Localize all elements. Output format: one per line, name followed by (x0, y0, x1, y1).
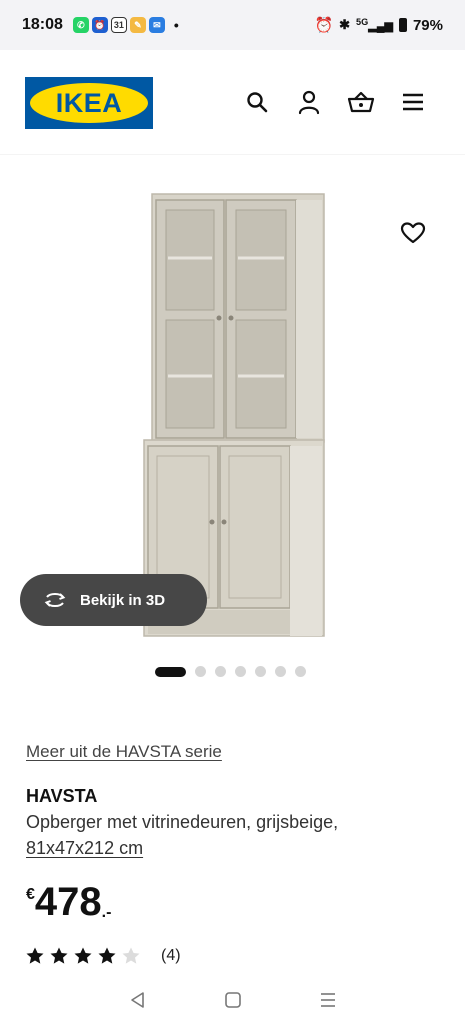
carousel-dot[interactable] (275, 666, 286, 677)
rating-stars (25, 946, 141, 966)
menu-icon (403, 93, 423, 111)
image-carousel-dots (155, 666, 306, 677)
product-name: HAVSTA (26, 786, 98, 806)
menu-button[interactable] (399, 88, 427, 116)
price-value: 478 (34, 880, 102, 924)
product-rating[interactable]: (4) (25, 946, 181, 966)
product-description: Opberger met vitrinedeuren, grijsbeige, (26, 812, 339, 832)
site-header: IKEA (0, 50, 465, 155)
notes-app-icon: ✎ (129, 17, 146, 33)
signal-icon: 5G▂▄▆ (356, 17, 393, 33)
star-empty-icon (122, 947, 140, 964)
view-3d-label: Bekijk in 3D (80, 591, 166, 609)
alarm-app-icon: ⏰ (91, 17, 108, 33)
back-triangle-icon (130, 992, 144, 1008)
bluetooth-icon: ✱ (339, 17, 351, 32)
more-notifications-dot: • (173, 17, 179, 33)
user-icon (298, 90, 320, 115)
carousel-dot[interactable] (235, 666, 246, 677)
basket-icon (347, 91, 375, 113)
notification-icons: ✆ ⏰ 31 ✎ ✉ • (72, 17, 179, 33)
star-filled-icon (26, 947, 44, 964)
home-square-icon (224, 992, 241, 1008)
status-time: 18:08 (22, 16, 63, 33)
star-filled-icon (98, 947, 116, 964)
battery-icon (398, 18, 407, 32)
view-3d-button[interactable]: Bekijk in 3D (20, 574, 207, 626)
price-currency: € (26, 886, 35, 903)
calendar-icon: 31 (110, 17, 127, 33)
battery-percent: 79% (412, 16, 443, 34)
search-icon (247, 92, 268, 113)
search-button[interactable] (243, 88, 271, 116)
logo-text: IKEA (55, 87, 123, 118)
carousel-dot[interactable] (195, 666, 206, 677)
heart-icon (400, 222, 426, 244)
series-link[interactable]: Meer uit de HAVSTA serie (26, 742, 222, 762)
rotate-3d-icon (44, 593, 66, 607)
recents-lines-icon (320, 993, 335, 1007)
android-nav-bar (0, 976, 465, 1024)
product-dimensions-link[interactable]: 81x47x212 cm (26, 838, 143, 859)
review-count: (4) (161, 947, 181, 964)
star-filled-icon (50, 947, 68, 964)
header-actions (243, 88, 427, 116)
basket-button[interactable] (347, 88, 375, 116)
whatsapp-icon: ✆ (72, 17, 89, 33)
logo-oval: IKEA (30, 83, 148, 123)
recents-button[interactable] (316, 988, 340, 1012)
mail-icon: ✉ (148, 17, 165, 33)
carousel-dot[interactable] (295, 666, 306, 677)
home-button[interactable] (221, 988, 245, 1012)
carousel-dot[interactable] (215, 666, 226, 677)
status-bar: 18:08 ✆ ⏰ 31 ✎ ✉ • ⏰ ✱ 5G▂▄▆ 79% (0, 0, 465, 50)
alarm-icon: ⏰ (314, 17, 334, 34)
product-price: € 478 .- (26, 880, 111, 924)
ikea-logo[interactable]: IKEA (25, 77, 153, 129)
system-status: ⏰ ✱ 5G▂▄▆ 79% (314, 16, 443, 35)
price-suffix: .- (101, 904, 112, 921)
carousel-dot[interactable] (155, 666, 186, 677)
favourite-button[interactable] (398, 218, 428, 248)
carousel-dot[interactable] (255, 666, 266, 677)
back-button[interactable] (126, 988, 150, 1012)
star-filled-icon (74, 947, 92, 964)
account-button[interactable] (295, 88, 323, 116)
